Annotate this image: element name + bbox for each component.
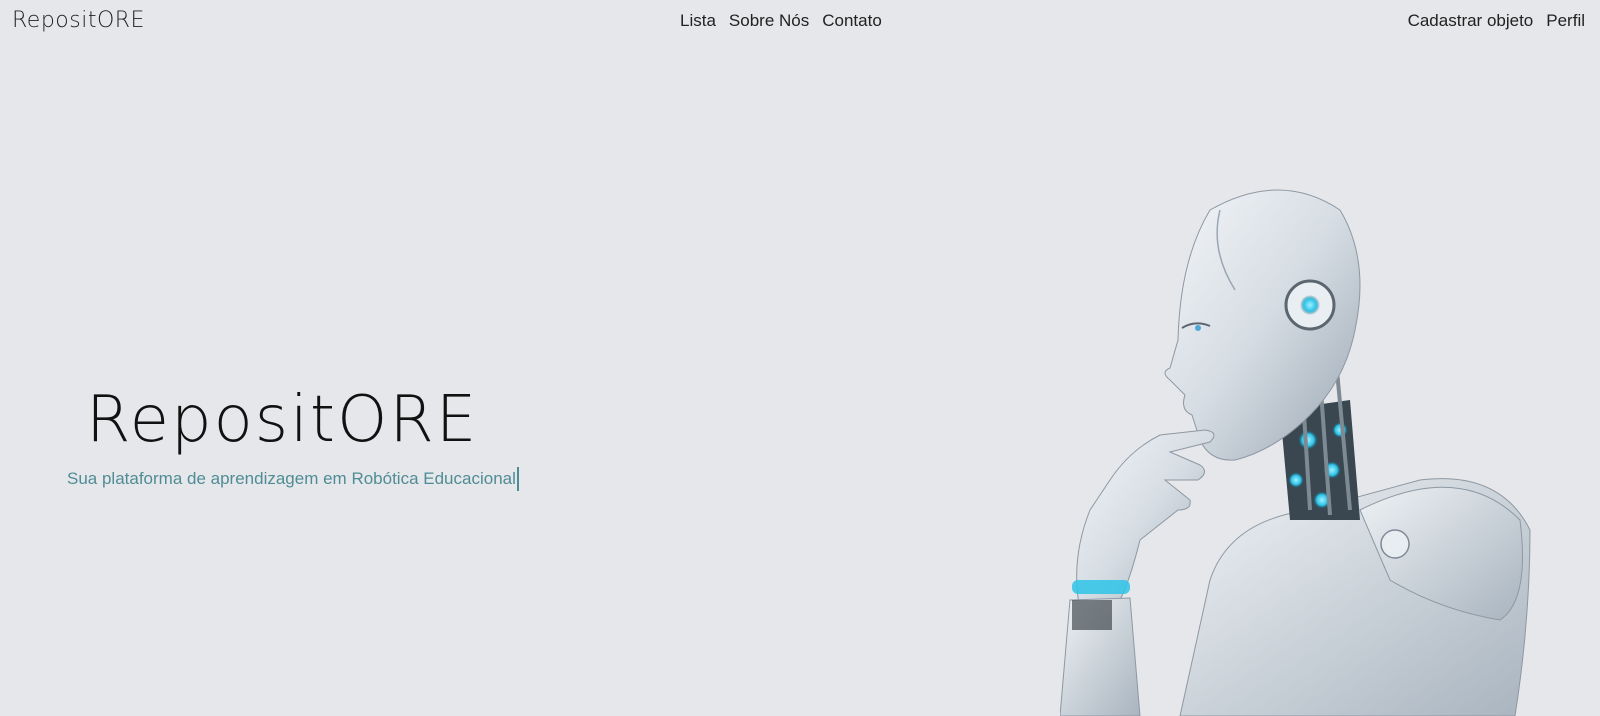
nav-right: Cadastrar objeto Perfil (1408, 11, 1585, 31)
page: RepositORE Lista Sobre Nós Contato Cadas… (0, 0, 1600, 716)
nav-center: Lista Sobre Nós Contato (680, 11, 882, 31)
nav-link-lista[interactable]: Lista (680, 11, 716, 31)
navbar: RepositORE Lista Sobre Nós Contato Cadas… (0, 0, 1600, 44)
nav-link-sobre-nos[interactable]: Sobre Nós (729, 11, 809, 31)
typing-caret (516, 467, 519, 491)
brand-logo[interactable]: RepositORE (12, 8, 145, 33)
hero-title: RepositORE (86, 383, 479, 457)
hero-subtitle-container: Sua plataforma de aprendizagem em Robóti… (67, 467, 519, 491)
hero-subtitle: Sua plataforma de aprendizagem em Robóti… (67, 469, 516, 488)
nav-link-contato[interactable]: Contato (822, 11, 882, 31)
robot-image (1060, 189, 1531, 716)
nav-link-perfil[interactable]: Perfil (1546, 11, 1585, 31)
nav-link-cadastrar-objeto[interactable]: Cadastrar objeto (1408, 11, 1534, 31)
